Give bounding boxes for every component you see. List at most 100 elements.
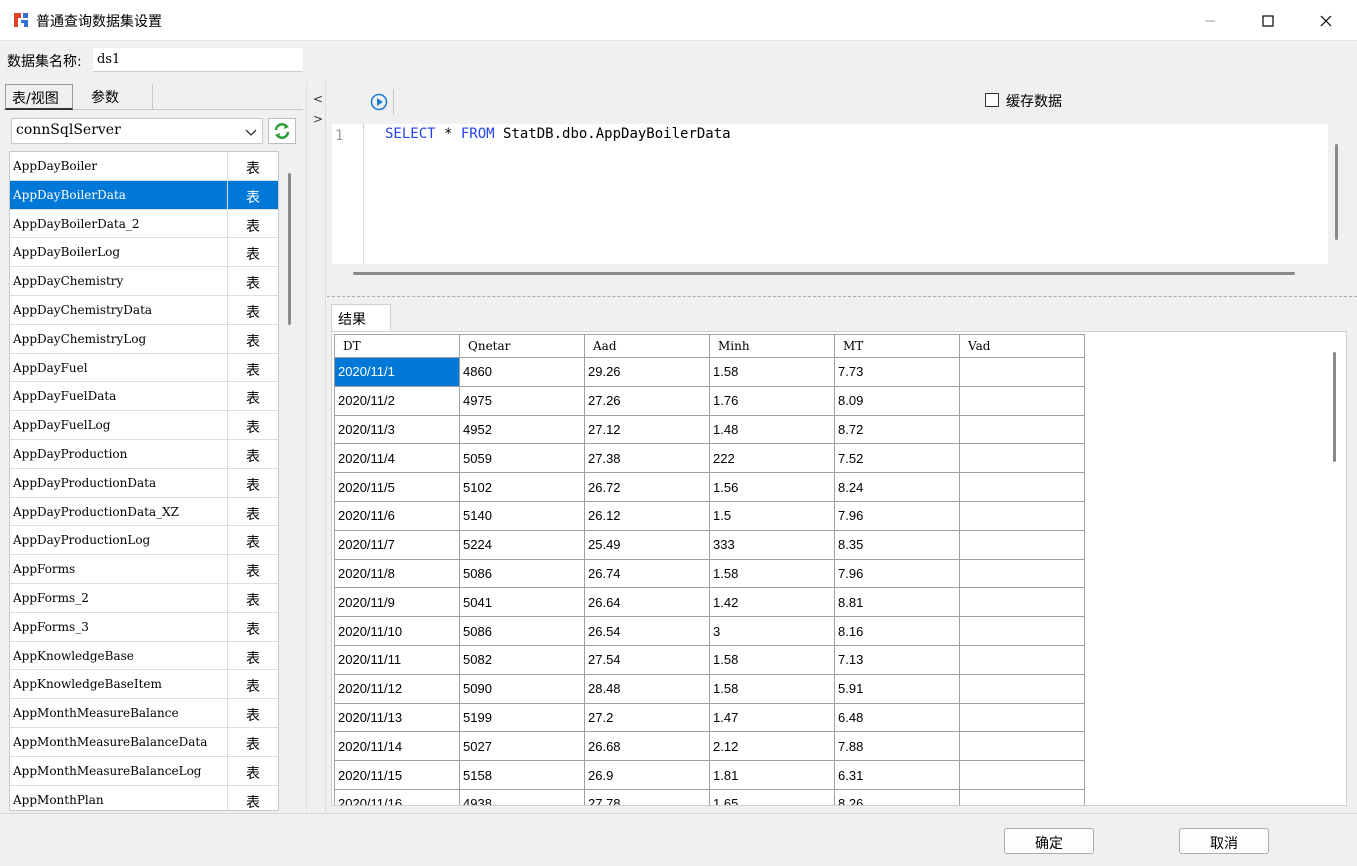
grid-cell[interactable]: 5.91 xyxy=(834,673,960,704)
editor-vertical-scrollbar[interactable] xyxy=(1335,144,1338,240)
grid-cell[interactable]: 4860 xyxy=(459,357,585,387)
refresh-button[interactable] xyxy=(268,118,296,144)
collapse-left-button[interactable]: < xyxy=(313,92,323,106)
table-list-item[interactable]: AppDayChemistryData 表 xyxy=(10,295,278,325)
dataset-name-input[interactable] xyxy=(93,48,303,72)
table-row[interactable]: 2020/11/13 5199 27.2 1.47 6.48 xyxy=(334,702,1085,733)
grid-cell[interactable]: 5086 xyxy=(459,558,585,589)
table-row[interactable]: 2020/11/11 5082 27.54 1.58 7.13 xyxy=(334,644,1085,675)
grid-cell[interactable]: 25.49 xyxy=(584,529,710,560)
sql-editor[interactable]: 1 SELECT * FROM StatDB.dbo.AppDayBoilerD… xyxy=(332,124,1328,264)
tab-tables-views[interactable]: 表/视图 xyxy=(5,84,73,110)
editor-horizontal-scrollbar[interactable] xyxy=(353,272,1295,275)
table-list-item[interactable]: AppForms_3 表 xyxy=(10,612,278,642)
grid-cell[interactable]: 2020/11/1 xyxy=(334,357,460,387)
panel-splitter[interactable]: < > xyxy=(306,82,326,812)
close-button[interactable] xyxy=(1297,0,1355,41)
grid-cell[interactable]: 26.64 xyxy=(584,587,710,618)
grid-cell[interactable]: 5224 xyxy=(459,529,585,560)
table-row[interactable]: 2020/11/4 5059 27.38 222 7.52 xyxy=(334,443,1085,474)
grid-cell[interactable]: 5059 xyxy=(459,443,585,474)
connection-select[interactable]: connSqlServer xyxy=(11,118,263,144)
table-row[interactable]: 2020/11/15 5158 26.9 1.81 6.31 xyxy=(334,760,1085,790)
grid-cell[interactable]: 26.12 xyxy=(584,500,710,531)
grid-cell[interactable]: 7.96 xyxy=(834,500,960,531)
grid-cell[interactable] xyxy=(959,587,1085,618)
grid-cell[interactable]: 5027 xyxy=(459,731,585,762)
grid-cell[interactable]: 1.65 xyxy=(709,788,835,805)
grid-cell[interactable]: 27.2 xyxy=(584,702,710,733)
grid-cell[interactable]: 5082 xyxy=(459,644,585,675)
run-query-button[interactable] xyxy=(364,89,394,115)
grid-cell[interactable]: 3 xyxy=(709,616,835,646)
table-list-item[interactable]: AppDayProductionData 表 xyxy=(10,468,278,498)
grid-cell[interactable]: 222 xyxy=(709,443,835,474)
grid-column-header[interactable]: Qnetar xyxy=(459,334,585,358)
table-list-item[interactable]: AppDayChemistry 表 xyxy=(10,267,278,296)
grid-cell[interactable]: 1.76 xyxy=(709,385,835,416)
table-list-item[interactable]: AppMonthPlan 表 xyxy=(10,785,278,810)
table-list-item[interactable]: AppDayBoilerData 表 xyxy=(10,180,278,210)
table-row[interactable]: 2020/11/10 5086 26.54 3 8.16 xyxy=(334,616,1085,646)
grid-cell[interactable]: 1.58 xyxy=(709,357,835,387)
grid-column-header[interactable]: MT xyxy=(834,334,960,358)
grid-cell[interactable] xyxy=(959,357,1085,387)
grid-cell[interactable]: 2020/11/4 xyxy=(334,443,460,474)
grid-cell[interactable]: 2020/11/10 xyxy=(334,616,460,646)
grid-cell[interactable] xyxy=(959,385,1085,416)
grid-cell[interactable]: 7.96 xyxy=(834,558,960,589)
grid-cell[interactable]: 6.48 xyxy=(834,702,960,733)
grid-cell[interactable]: 2020/11/7 xyxy=(334,529,460,560)
maximize-button[interactable] xyxy=(1239,0,1297,41)
grid-cell[interactable]: 8.16 xyxy=(834,616,960,646)
grid-cell[interactable] xyxy=(959,673,1085,704)
grid-cell[interactable] xyxy=(959,616,1085,646)
grid-cell[interactable] xyxy=(959,443,1085,474)
table-list-item[interactable]: AppKnowledgeBase 表 xyxy=(10,641,278,671)
cache-data-checkbox[interactable] xyxy=(985,93,999,107)
grid-cell[interactable]: 7.52 xyxy=(834,443,960,474)
grid-cell[interactable]: 8.72 xyxy=(834,414,960,445)
grid-cell[interactable]: 8.35 xyxy=(834,529,960,560)
table-list-item[interactable]: AppForms_2 表 xyxy=(10,583,278,613)
table-row[interactable]: 2020/11/2 4975 27.26 1.76 8.09 xyxy=(334,385,1085,416)
grid-column-header[interactable]: Vad xyxy=(959,334,1085,358)
grid-cell[interactable]: 26.9 xyxy=(584,760,710,790)
grid-cell[interactable]: 1.58 xyxy=(709,558,835,589)
grid-cell[interactable]: 5090 xyxy=(459,673,585,704)
table-list-item[interactable]: AppDayProduction 表 xyxy=(10,439,278,469)
grid-cell[interactable]: 5158 xyxy=(459,760,585,790)
grid-cell[interactable]: 1.47 xyxy=(709,702,835,733)
grid-cell[interactable] xyxy=(959,731,1085,762)
expand-right-button[interactable]: > xyxy=(313,112,323,126)
grid-column-header[interactable]: Aad xyxy=(584,334,710,358)
grid-cell[interactable] xyxy=(959,558,1085,589)
grid-cell[interactable]: 1.5 xyxy=(709,500,835,531)
table-list-item[interactable]: AppMonthMeasureBalance 表 xyxy=(10,699,278,728)
grid-cell[interactable]: 2.12 xyxy=(709,731,835,762)
grid-cell[interactable]: 5041 xyxy=(459,587,585,618)
table-row[interactable]: 2020/11/8 5086 26.74 1.58 7.96 xyxy=(334,558,1085,589)
table-row[interactable]: 2020/11/14 5027 26.68 2.12 7.88 xyxy=(334,731,1085,762)
grid-cell[interactable]: 5102 xyxy=(459,472,585,502)
grid-cell[interactable]: 2020/11/2 xyxy=(334,385,460,416)
cancel-button[interactable]: 取消 xyxy=(1179,828,1269,854)
grid-cell[interactable]: 29.26 xyxy=(584,357,710,387)
grid-cell[interactable]: 2020/11/15 xyxy=(334,760,460,790)
table-list-item[interactable]: AppDayProductionLog 表 xyxy=(10,526,278,556)
grid-cell[interactable]: 4938 xyxy=(459,788,585,805)
table-list-item[interactable]: AppKnowledgeBaseItem 表 xyxy=(10,670,278,700)
grid-cell[interactable]: 1.48 xyxy=(709,414,835,445)
grid-cell[interactable]: 1.42 xyxy=(709,587,835,618)
table-row[interactable]: 2020/11/7 5224 25.49 333 8.35 xyxy=(334,529,1085,560)
grid-cell[interactable]: 2020/11/11 xyxy=(334,644,460,675)
minimize-button[interactable] xyxy=(1181,0,1239,41)
grid-cell[interactable]: 1.58 xyxy=(709,673,835,704)
table-list-item[interactable]: AppDayBoilerData_2 表 xyxy=(10,209,278,239)
grid-cell[interactable]: 4952 xyxy=(459,414,585,445)
table-list-item[interactable]: AppForms 表 xyxy=(10,555,278,584)
grid-cell[interactable]: 2020/11/8 xyxy=(334,558,460,589)
grid-cell[interactable]: 4975 xyxy=(459,385,585,416)
table-list-item[interactable]: AppDayFuelData 表 xyxy=(10,382,278,412)
grid-cell[interactable]: 26.68 xyxy=(584,731,710,762)
